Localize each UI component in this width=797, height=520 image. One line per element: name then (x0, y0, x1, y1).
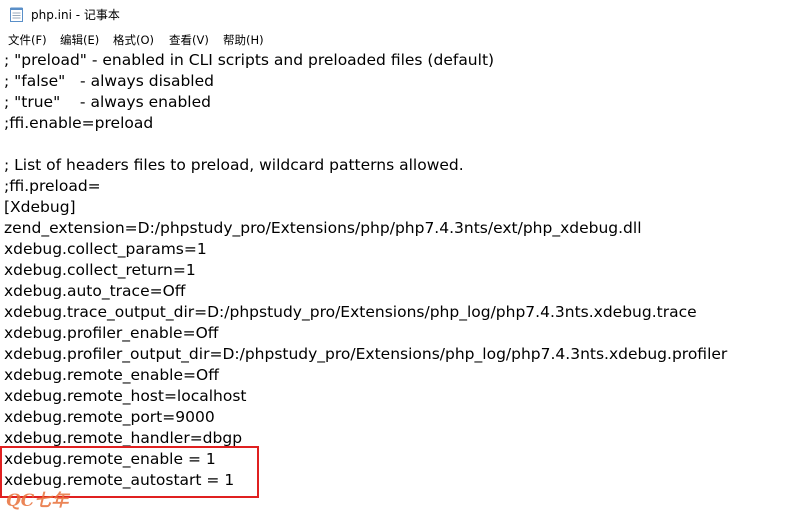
editor-line: xdebug.collect_params=1 (4, 240, 207, 258)
menu-help[interactable]: 帮助(H) (223, 32, 264, 48)
window-title: php.ini - 记事本 (31, 8, 120, 22)
notepad-window: php.ini - 记事本 文件(F) 编辑(E) 格式(O) 查看(V) 帮助… (0, 0, 797, 520)
editor-line: xdebug.trace_output_dir=D:/phpstudy_pro/… (4, 303, 697, 321)
editor-line: xdebug.collect_return=1 (4, 261, 196, 279)
text-editor-area[interactable]: ; "preload" - enabled in CLI scripts and… (0, 50, 797, 520)
editor-line: ;ffi.enable=preload (4, 114, 154, 132)
notepad-icon (10, 7, 23, 22)
menu-file[interactable]: 文件(F) (8, 32, 47, 48)
editor-line: xdebug.remote_port=9000 (4, 408, 215, 426)
editor-line: ;ffi.preload= (4, 177, 101, 195)
editor-line: xdebug.profiler_enable=Off (4, 324, 219, 342)
editor-line: xdebug.auto_trace=Off (4, 282, 186, 300)
editor-line: xdebug.remote_enable=Off (4, 366, 219, 384)
editor-line: xdebug.profiler_output_dir=D:/phpstudy_p… (4, 345, 728, 363)
watermark: QC七年 (6, 491, 69, 511)
menu-bar: 文件(F) 编辑(E) 格式(O) 查看(V) 帮助(H) (0, 29, 797, 51)
editor-line-highlighted: xdebug.remote_enable = 1 (4, 450, 216, 468)
menu-view[interactable]: 查看(V) (169, 32, 209, 48)
editor-line: zend_extension=D:/phpstudy_pro/Extension… (4, 219, 642, 237)
editor-line: [Xdebug] (4, 198, 76, 216)
editor-line: ; "preload" - enabled in CLI scripts and… (4, 51, 495, 69)
title-bar[interactable]: php.ini - 记事本 (0, 0, 797, 29)
editor-line: xdebug.remote_handler=dbgp (4, 429, 243, 447)
menu-edit[interactable]: 编辑(E) (60, 32, 99, 48)
editor-line: ; List of headers files to preload, wild… (4, 156, 464, 174)
editor-line: ; "true" - always enabled (4, 93, 211, 111)
editor-line: ; "false" - always disabled (4, 72, 214, 90)
editor-line: xdebug.remote_host=localhost (4, 387, 247, 405)
menu-format[interactable]: 格式(O) (113, 32, 154, 48)
